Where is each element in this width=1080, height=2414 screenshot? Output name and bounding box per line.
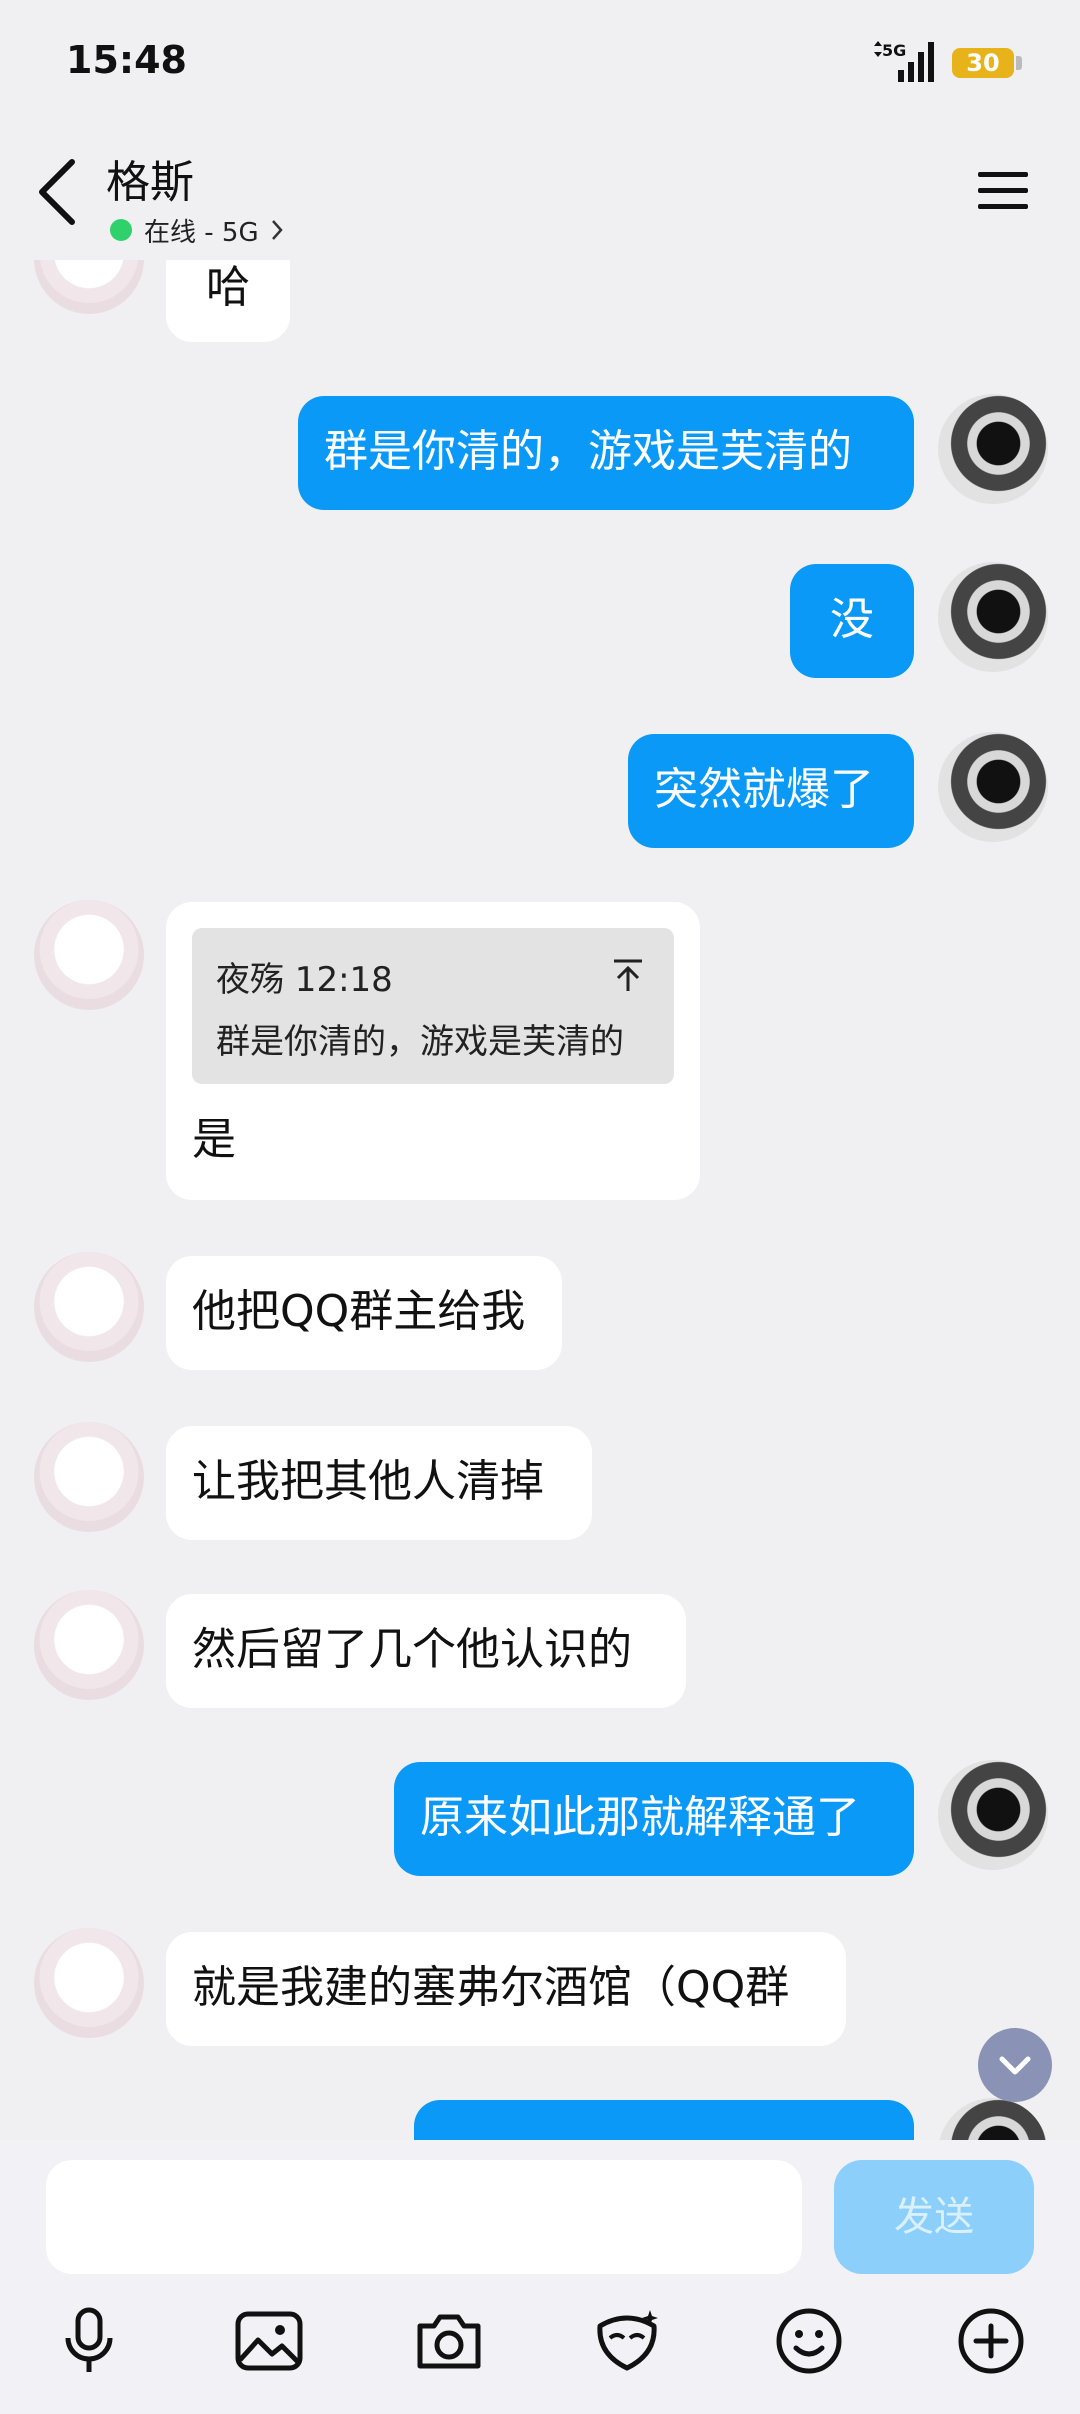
chevron-right-icon	[271, 220, 283, 240]
quote-text: 群是你清的，游戏是芙清的	[216, 1022, 624, 1062]
jump-to-quote-icon[interactable]	[612, 958, 644, 992]
reply-message-bubble[interactable]: 夜殇 12:18 群是你清的，游戏是芙清的 是	[166, 902, 700, 1200]
message-list[interactable]: 哈 群是你清的，游戏是芙清的 没 突然就爆了 夜殇 12:18 群是你清的，游戏…	[0, 260, 1080, 2140]
battery-tip	[1016, 56, 1022, 70]
message-bubble[interactable]: 哈	[166, 260, 290, 342]
sticker-creator-icon[interactable]	[592, 2306, 662, 2376]
send-button[interactable]: 发送	[834, 2160, 1034, 2274]
message-bubble[interactable]: 让我把其他人清掉	[166, 1426, 592, 1540]
contact-name[interactable]: 格斯	[106, 146, 194, 210]
my-avatar[interactable]	[938, 2098, 1048, 2140]
message-bubble[interactable]: 他把QQ群主给我	[166, 1256, 562, 1370]
message-bubble[interactable]: 原来如此那就解释通了	[394, 1762, 914, 1876]
add-icon[interactable]	[956, 2306, 1026, 2376]
camera-icon[interactable]	[414, 2306, 484, 2376]
battery-icon: 30	[952, 48, 1014, 78]
message-bubble[interactable]: 没	[790, 564, 914, 678]
quote-author-time: 夜殇 12:18	[216, 960, 393, 1000]
back-arrow-icon[interactable]	[30, 152, 90, 232]
message-bubble[interactable]: 群是你清的，游戏是芙清的	[298, 396, 914, 510]
status-time: 15:48	[66, 38, 187, 82]
peer-avatar[interactable]	[34, 1252, 144, 1362]
image-icon[interactable]	[234, 2306, 304, 2376]
peer-avatar[interactable]	[34, 1422, 144, 1532]
composer-bar: 发送	[0, 2140, 1080, 2414]
presence-text: 在线 - 5G	[144, 217, 259, 248]
message-bubble[interactable]: 然后留了几个他认识的	[166, 1594, 686, 1708]
peer-avatar[interactable]	[34, 1590, 144, 1700]
message-input[interactable]	[46, 2160, 802, 2274]
my-avatar[interactable]	[938, 732, 1048, 842]
menu-icon[interactable]	[976, 166, 1030, 216]
message-bubble[interactable]: 就是我建的塞弗尔酒馆（QQ群	[166, 1932, 846, 2046]
my-avatar[interactable]	[938, 1760, 1048, 1870]
emoji-icon[interactable]	[774, 2306, 844, 2376]
peer-avatar[interactable]	[34, 1928, 144, 2038]
message-bubble[interactable]: 突然就爆了	[628, 734, 914, 848]
cellular-signal-icon: 5G	[874, 41, 934, 82]
reply-text: 是	[192, 1114, 236, 1165]
scroll-to-bottom-button[interactable]	[978, 2028, 1052, 2102]
chevron-down-icon	[999, 2056, 1031, 2075]
microphone-icon[interactable]	[54, 2306, 124, 2376]
status-bar: 15:48 5G 30	[0, 0, 1080, 130]
online-dot-icon	[110, 219, 132, 241]
quoted-message[interactable]: 夜殇 12:18 群是你清的，游戏是芙清的	[192, 928, 674, 1084]
presence-status[interactable]: 在线 - 5G	[110, 210, 285, 250]
peer-avatar[interactable]	[34, 260, 144, 314]
network-label: 5G	[882, 41, 906, 60]
peer-avatar[interactable]	[34, 900, 144, 1010]
chat-header: 格斯 在线 - 5G	[0, 130, 1080, 260]
my-avatar[interactable]	[938, 562, 1048, 672]
my-avatar[interactable]	[938, 394, 1048, 504]
message-bubble-partial[interactable]	[414, 2100, 914, 2140]
